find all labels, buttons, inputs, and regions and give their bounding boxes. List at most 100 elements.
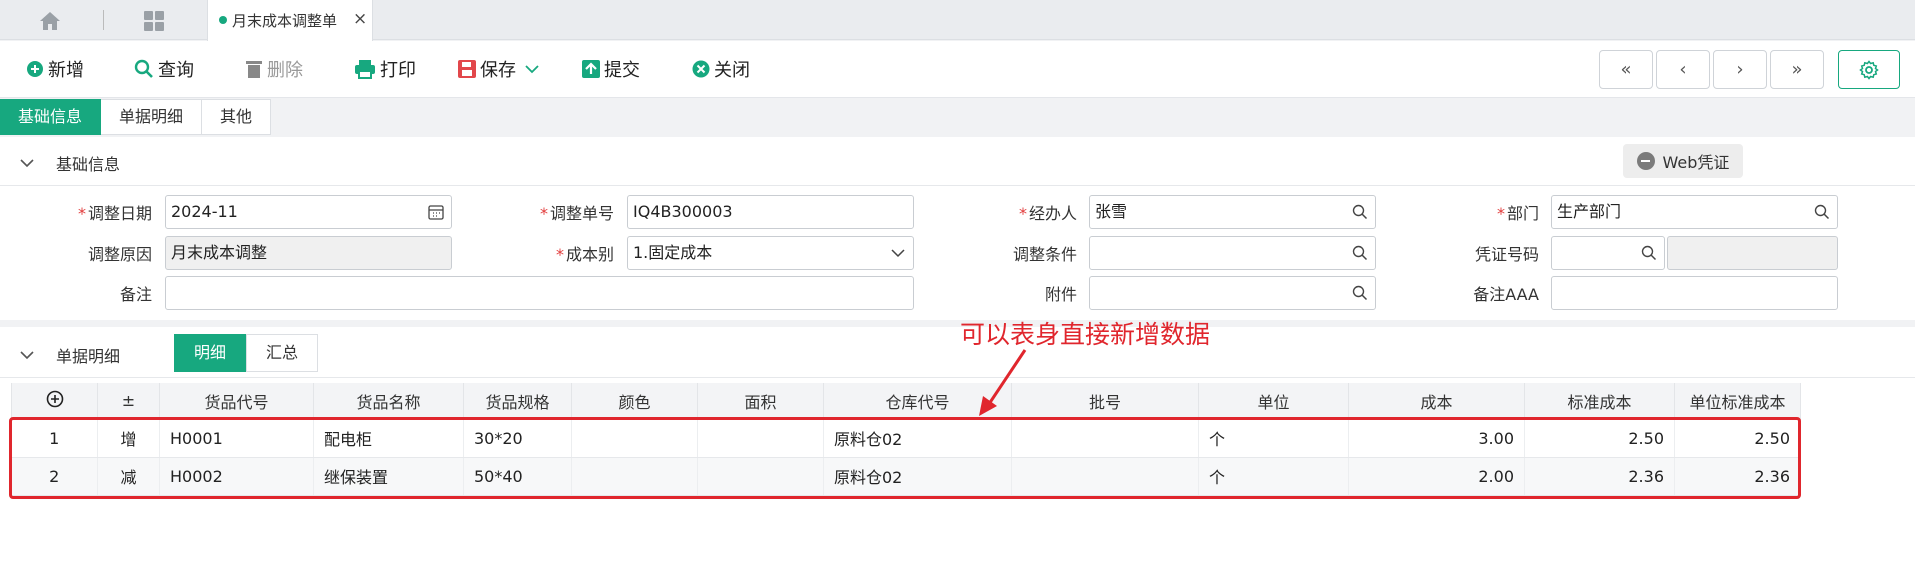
adjust-date-field[interactable]: 2024-11 [165, 195, 452, 229]
table-row[interactable]: 1 增 H0001 配电柜 30*20 原料仓02 个 3.00 2.50 2.… [11, 419, 1801, 458]
cell[interactable]: 增 [97, 419, 160, 458]
cell[interactable] [571, 457, 698, 496]
detail-panel: 单据明细 明细 汇总 ± 货品代号 货品名称 货品规格 颜色 面积 仓库代号 批… [0, 327, 1915, 572]
save-label: 保存 [480, 60, 516, 81]
tab-summary[interactable]: 汇总 [246, 334, 318, 372]
cell[interactable]: 50*40 [463, 457, 572, 496]
tab-detail[interactable]: 明细 [174, 334, 246, 372]
cell[interactable]: 配电柜 [313, 419, 464, 458]
chevron-down-icon[interactable] [890, 245, 906, 261]
save-icon [458, 60, 476, 78]
table-row[interactable]: 2 减 H0002 继保装置 50*40 原料仓02 个 2.00 2.36 2… [11, 457, 1801, 496]
remark-field[interactable] [165, 276, 914, 310]
delete-button[interactable]: 删除 [245, 56, 303, 82]
section-title: 单据明细 [56, 347, 121, 366]
cell[interactable]: 2.36 [1674, 457, 1801, 496]
cell[interactable] [571, 419, 698, 458]
gear-icon [1859, 59, 1879, 80]
cost-type-label: * 成本别 [555, 245, 614, 264]
minus-circle-icon [1636, 152, 1655, 170]
tab-bar: 月末成本调整单 × [0, 0, 1915, 41]
query-button[interactable]: 查询 [134, 56, 194, 82]
cell[interactable]: 个 [1198, 419, 1349, 458]
adjust-no-field[interactable]: IQ4B300003 [627, 195, 914, 229]
attachment-field[interactable] [1089, 276, 1376, 310]
condition-field[interactable] [1089, 236, 1376, 270]
cell[interactable]: 原料仓02 [823, 419, 1012, 458]
web-voucher-label: Web凭证 [1662, 153, 1730, 172]
print-button[interactable]: 打印 [354, 56, 416, 82]
search-icon[interactable] [1352, 245, 1368, 261]
cell[interactable] [1011, 419, 1199, 458]
col-header: 货品代号 [159, 383, 314, 420]
cell[interactable]: 2.00 [1348, 457, 1525, 496]
cell[interactable] [1011, 457, 1199, 496]
cell[interactable]: 原料仓02 [823, 457, 1012, 496]
double-chevron-left-icon: « [1620, 59, 1632, 80]
basic-info-header[interactable]: 基础信息 [20, 151, 120, 175]
tab-separator [103, 10, 104, 30]
home-icon[interactable] [38, 10, 62, 32]
col-header: 颜色 [571, 383, 698, 420]
cell[interactable]: 30*20 [463, 419, 572, 458]
cell: 2 [11, 457, 98, 496]
search-icon[interactable] [1352, 204, 1368, 220]
col-header: 成本 [1348, 383, 1525, 420]
settings-button[interactable] [1838, 50, 1900, 89]
cost-type-select[interactable]: 1.固定成本 [627, 236, 914, 270]
col-header: ± [97, 383, 160, 420]
last-record-button[interactable]: » [1770, 50, 1824, 89]
submit-button[interactable]: 提交 [582, 56, 640, 82]
handler-field[interactable]: 张雪 [1089, 195, 1376, 229]
cell[interactable]: H0002 [159, 457, 314, 496]
detail-table: ± 货品代号 货品名称 货品规格 颜色 面积 仓库代号 批号 单位 成本 标准成… [11, 383, 1801, 496]
tab-basic-info[interactable]: 基础信息 [0, 99, 102, 135]
tab-other[interactable]: 其他 [202, 99, 272, 135]
detail-subtabs: 明细 汇总 [174, 334, 318, 372]
cell[interactable]: 2.36 [1524, 457, 1675, 496]
cell[interactable]: H0001 [159, 419, 314, 458]
trash-icon [246, 61, 262, 78]
cell[interactable] [697, 419, 824, 458]
next-record-button[interactable]: › [1713, 50, 1767, 89]
add-row-icon[interactable] [11, 383, 98, 420]
new-button[interactable]: 新增 [26, 56, 84, 82]
grid-icon[interactable] [142, 10, 166, 32]
cell[interactable]: 3.00 [1348, 419, 1525, 458]
col-header: 标准成本 [1524, 383, 1675, 420]
tab-document-detail[interactable]: 单据明细 [101, 99, 203, 135]
chevron-down-icon [20, 350, 34, 359]
col-header: 货品规格 [463, 383, 572, 420]
print-label: 打印 [380, 60, 416, 81]
tab-month-end-cost-adjustment[interactable]: 月末成本调整单 × [207, 0, 373, 41]
dept-field[interactable]: 生产部门 [1551, 195, 1838, 229]
search-icon[interactable] [1641, 245, 1657, 261]
active-dot-icon [219, 16, 227, 24]
cell[interactable]: 2.50 [1674, 419, 1801, 458]
first-record-button[interactable]: « [1599, 50, 1653, 89]
query-label: 查询 [158, 60, 194, 81]
cell[interactable]: 2.50 [1524, 419, 1675, 458]
new-label: 新增 [48, 60, 84, 81]
prev-record-button[interactable]: ‹ [1656, 50, 1710, 89]
adjust-date-label: * 调整日期 [77, 204, 152, 223]
cell[interactable]: 继保装置 [313, 457, 464, 496]
reason-field[interactable]: 月末成本调整 [165, 236, 452, 270]
calendar-icon[interactable] [428, 204, 444, 220]
cell[interactable] [697, 457, 824, 496]
plus-circle-icon [27, 61, 43, 77]
voucher-no-field[interactable] [1551, 236, 1665, 270]
detail-header[interactable]: 单据明细 [20, 343, 120, 367]
chevron-down-icon[interactable] [524, 64, 540, 74]
divider [0, 185, 1915, 186]
close-tab-icon[interactable]: × [353, 9, 367, 29]
save-button[interactable]: 保存 [458, 56, 544, 82]
remark-aaa-field[interactable] [1551, 276, 1838, 310]
remark-label: 备注 [119, 285, 152, 304]
cell[interactable]: 减 [97, 457, 160, 496]
web-voucher-button[interactable]: Web凭证 [1623, 144, 1743, 178]
search-icon[interactable] [1352, 285, 1368, 301]
close-button[interactable]: 关闭 [692, 56, 750, 82]
cell[interactable]: 个 [1198, 457, 1349, 496]
search-icon[interactable] [1814, 204, 1830, 220]
